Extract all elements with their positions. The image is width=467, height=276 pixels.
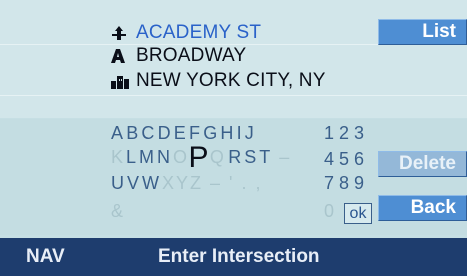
address-line-city[interactable]: NEW YORK CITY, NY [110, 70, 326, 92]
keyboard-row-1: ABCDEFGHIJ [111, 122, 257, 144]
status-bar: NAV Enter Intersection [0, 238, 467, 276]
keyboard-keys-disabled: – [279, 146, 290, 167]
keyboard-keys-disabled: Q [209, 146, 225, 167]
keyboard-row-2: K LMN O P Q RST – [111, 141, 290, 174]
keyboard-keys[interactable]: ABCDEFGHIJ [111, 123, 257, 144]
keyboard-numbers-row-1: 123 [324, 122, 369, 144]
ok-button[interactable]: ok [344, 203, 372, 224]
list-button[interactable]: List [378, 19, 467, 45]
address-line-label: NEW YORK CITY, NY [136, 70, 326, 91]
address-line-label: BROADWAY [136, 45, 247, 66]
back-button[interactable]: Back [378, 195, 467, 221]
keyboard-numbers-row-2: 456 [324, 148, 369, 170]
screen-title: Enter Intersection [158, 246, 320, 267]
address-line-cross-street[interactable]: BROADWAY [110, 45, 246, 67]
mode-label: NAV [26, 246, 65, 267]
number-keys[interactable]: 123 [324, 123, 369, 144]
divider [0, 95, 467, 96]
street-sign-icon [110, 25, 136, 41]
number-key-zero: 0 [324, 200, 340, 221]
city-icon [110, 73, 136, 89]
keyboard-keys[interactable]: RST [228, 147, 273, 168]
keyboard-keys[interactable]: LMN [126, 147, 173, 168]
keyboard-keys-disabled: O [173, 146, 188, 167]
keyboard-numbers-row-3: 789 [324, 172, 369, 194]
current-letter-cursor[interactable]: P [188, 141, 208, 175]
keyboard-keys-disabled: & [111, 200, 124, 221]
keyboard-numbers-row-4: 0 [324, 200, 339, 222]
keyboard-keys[interactable]: UVW [111, 173, 162, 194]
number-keys[interactable]: 456 [324, 149, 369, 170]
address-line-label: ACADEMY ST [136, 22, 262, 43]
street-letter-icon [110, 48, 136, 64]
address-line-street[interactable]: ACADEMY ST [110, 22, 261, 44]
keyboard-row-3: UVW XYZ – ' . , [111, 172, 262, 194]
keyboard-keys-disabled: XYZ – ' . , [162, 172, 263, 193]
keyboard-keys-disabled: K [111, 146, 127, 167]
keyboard-row-4: & [111, 200, 123, 222]
delete-button[interactable]: Delete [378, 151, 467, 177]
number-keys[interactable]: 789 [324, 173, 369, 194]
